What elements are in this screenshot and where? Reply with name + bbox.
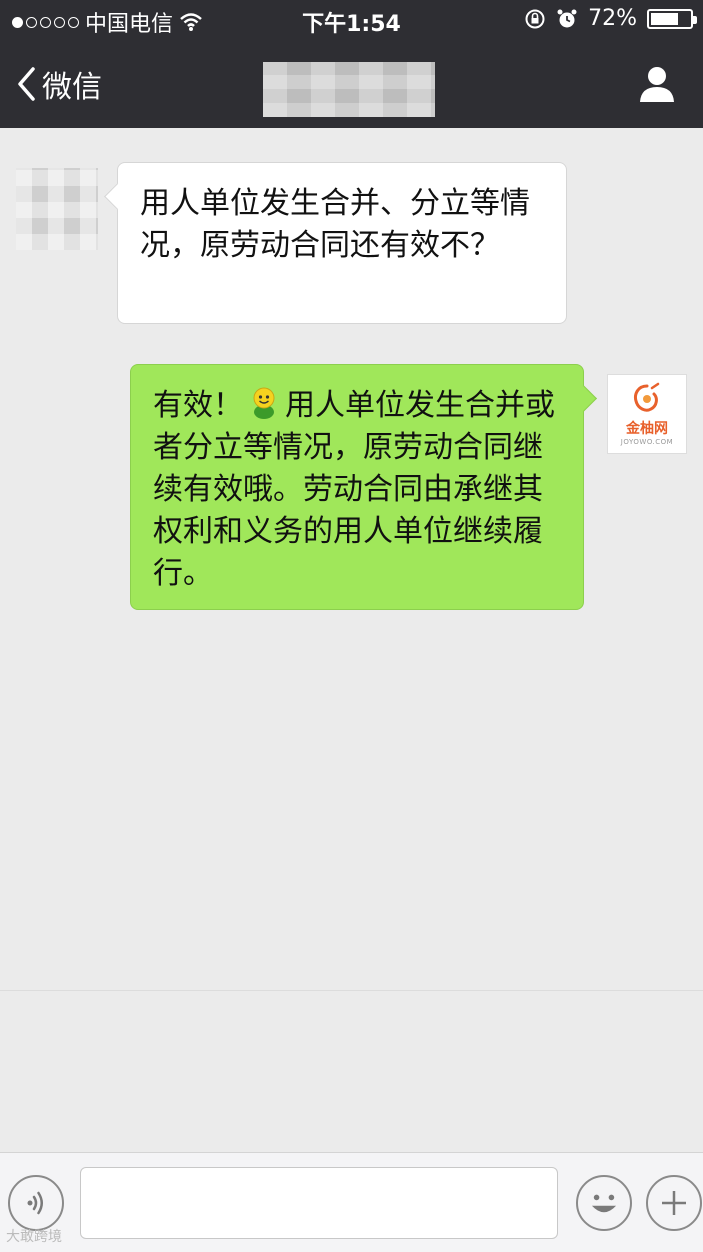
brand-domain: JOYOWO.COM (620, 438, 674, 446)
message-text: 用人单位发生合并、分立等情况，原劳动合同还有效不？ (140, 186, 530, 263)
chat-title-redacted (263, 62, 435, 117)
plus-icon (662, 1191, 686, 1215)
rotation-lock-icon (525, 9, 545, 28)
more-options-button[interactable] (646, 1175, 702, 1231)
alarm-icon (557, 9, 577, 27)
incoming-message-bubble[interactable]: 用人单位发生合并、分立等情况，原劳动合同还有效不？ (117, 162, 567, 324)
battery-fill (651, 12, 679, 25)
smiley-sprite-icon (253, 387, 275, 419)
chat-area[interactable]: 用人单位发生合并、分立等情况，原劳动合同还有效不？ 有效！ 用人单位发生合并或者… (0, 128, 703, 990)
message-input[interactable] (80, 1167, 558, 1239)
brand-logo-icon (634, 382, 660, 412)
nav-bar: 微信 (0, 40, 703, 128)
divider (0, 990, 703, 991)
person-icon[interactable] (637, 64, 677, 104)
voice-input-button[interactable] (8, 1175, 64, 1231)
sender-avatar[interactable]: 金柚网 JOYOWO.COM (607, 374, 687, 454)
status-bar: 中国电信 下午1:54 72% (0, 0, 703, 40)
chevron-left-icon (18, 67, 35, 101)
battery-icon (647, 8, 697, 29)
voice-icon (27, 1191, 43, 1215)
input-bar (0, 1152, 703, 1252)
message-text-prefix: 有效！ (153, 388, 243, 423)
back-label: 微信 (42, 70, 102, 105)
watermark: 大敢跨境 (6, 1229, 62, 1245)
brand-name: 金柚网 (626, 421, 668, 437)
emoji-icon[interactable] (576, 1175, 632, 1231)
top-bar: 中国电信 下午1:54 72% 微信 (0, 0, 703, 128)
status-right: 72% (524, 6, 697, 31)
outgoing-message-bubble[interactable]: 有效！ 用人单位发生合并或者分立等情况，原劳动合同继续有效哦。劳动合同由承继其权… (130, 364, 584, 610)
avatar[interactable] (16, 168, 98, 250)
back-button[interactable]: 微信 (16, 62, 102, 106)
battery-percent: 72% (588, 6, 637, 31)
